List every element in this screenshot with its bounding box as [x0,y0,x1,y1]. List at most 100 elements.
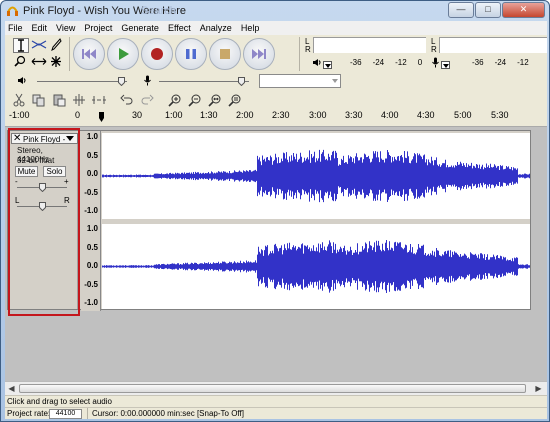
silence-icon[interactable] [89,92,108,108]
mute-button[interactable]: Mute [15,166,38,177]
menu-project[interactable]: Project [84,21,112,35]
playback-meter-scale: -36 -24 -12 0 [350,58,433,67]
record-meter[interactable] [439,37,547,53]
menu-generate[interactable]: Generate [121,21,159,35]
ruler-label: 3:30 [345,110,363,120]
timeline-ruler[interactable]: -1:00 0 30 1:00 1:30 2:00 2:30 3:00 3:30… [5,109,547,127]
ruler-label: 5:00 [454,110,472,120]
ruler-label: 1:30 [200,110,218,120]
menu-effect[interactable]: Effect [168,21,191,35]
toolbar-area: L R L R -36 -24 -12 0 -36 -24 -12 [5,35,547,109]
close-button[interactable]: ✕ [502,2,545,18]
track-panel: ✕ Pink Floyd - Stereo, 44100Hz 32-bit fl… [5,127,547,381]
app-client-area: File Edit View Project Generate Effect A… [5,21,547,419]
ruler-label: 2:00 [236,110,254,120]
scrollbar-thumb[interactable] [19,384,526,393]
fit-project-icon[interactable] [225,92,244,108]
playback-tick: -12 [395,58,407,67]
amp-label: -0.5 [84,188,98,197]
input-source-select[interactable] [259,74,341,88]
pause-button[interactable] [175,38,207,70]
project-rate-label: Project rate: [7,409,51,418]
transport-toolbar [73,37,277,71]
ruler-label: 1:00 [165,110,183,120]
speaker-icon [313,59,321,66]
ruler-label: 3:00 [309,110,327,120]
track-name-button[interactable]: ✕ Pink Floyd - [11,133,78,144]
pan-left-label: L [15,196,20,205]
menu-file[interactable]: File [8,21,23,35]
track-close-icon[interactable]: ✕ [13,133,21,144]
ruler-label: 4:30 [417,110,435,120]
copy-icon[interactable] [29,92,48,108]
playback-meter-dropdown[interactable] [323,61,332,69]
draw-tool-icon[interactable] [49,38,65,53]
paste-icon[interactable] [49,92,68,108]
record-button[interactable] [141,38,173,70]
audio-track: ✕ Pink Floyd - Stereo, 44100Hz 32-bit fl… [7,130,531,311]
amplitude-ruler: 1.0 0.5 0.0 -0.5 -1.0 1.0 0.5 0.0 -0.5 -… [81,131,101,311]
waveform-left-channel[interactable] [102,133,530,219]
title-search-hint: Search [141,5,176,17]
output-volume-thumb[interactable] [118,77,125,86]
amp-label: -0.5 [84,280,98,289]
playback-meter[interactable] [313,37,426,53]
status-bar: Click and drag to select audio [5,395,547,407]
zoom-out-icon[interactable] [185,92,204,108]
menu-bar: File Edit View Project Generate Effect A… [5,21,547,35]
play-button[interactable] [107,38,139,70]
project-rate-input[interactable]: 44100 [49,409,82,419]
amp-label: 1.0 [86,224,98,233]
input-volume-thumb[interactable] [238,77,245,86]
ruler-label: -1:00 [9,110,30,120]
fit-selection-icon[interactable] [205,92,224,108]
scroll-left-icon[interactable]: ◀ [7,384,16,393]
solo-button[interactable]: Solo [43,166,66,177]
gain-plus-label: + [64,177,69,186]
output-volume-icon [18,77,26,84]
output-volume-slider[interactable] [37,81,127,82]
menu-analyze[interactable]: Analyze [200,21,232,35]
ruler-label: 4:00 [381,110,399,120]
ruler-label: 2:30 [272,110,290,120]
maximize-button[interactable]: □ [475,2,501,18]
title-bar[interactable]: Pink Floyd - Wish You Were Here Search —… [1,1,549,21]
skip-to-start-button[interactable] [73,38,105,70]
record-meter-dropdown[interactable] [441,61,450,69]
trim-icon[interactable] [69,92,88,108]
playhead-marker[interactable] [99,112,104,122]
minimize-button[interactable]: — [448,2,474,18]
meter-toolbar: L R L R -36 -24 -12 0 -36 -24 -12 [302,36,547,72]
horizontal-scrollbar[interactable]: ◀ ▶ [5,381,547,395]
waveform-right-channel[interactable] [102,224,530,309]
ruler-label: 5:30 [491,110,509,120]
envelope-tool-icon[interactable] [31,38,47,53]
multi-tool-icon[interactable] [49,55,65,70]
audacity-app-icon [7,6,18,16]
record-tick: -24 [494,58,507,67]
skip-to-end-button[interactable] [243,38,275,70]
pan-right-label: R [64,196,70,205]
undo-icon[interactable] [117,92,136,108]
meter-right-label: R [305,45,311,54]
stop-button[interactable] [209,38,241,70]
input-volume-icon [144,75,151,86]
gain-slider-thumb[interactable] [39,183,46,192]
pan-slider-thumb[interactable] [39,202,46,211]
cut-icon[interactable] [9,92,28,108]
record-tick: -36 [472,58,484,67]
menu-help[interactable]: Help [241,21,260,35]
amp-label: 0.0 [86,261,98,270]
scroll-right-icon[interactable]: ▶ [534,384,543,393]
redo-icon[interactable] [137,92,156,108]
track-menu-icon[interactable] [66,136,74,141]
input-volume-slider[interactable] [159,81,249,82]
track-title: Pink Floyd - [23,135,66,144]
menu-view[interactable]: View [56,21,75,35]
tools-toolbar [9,37,67,71]
zoom-tool-icon[interactable] [13,55,29,70]
selection-tool-icon[interactable] [13,38,29,53]
timeshift-tool-icon[interactable] [31,55,47,70]
zoom-in-icon[interactable] [165,92,184,108]
menu-edit[interactable]: Edit [32,21,48,35]
